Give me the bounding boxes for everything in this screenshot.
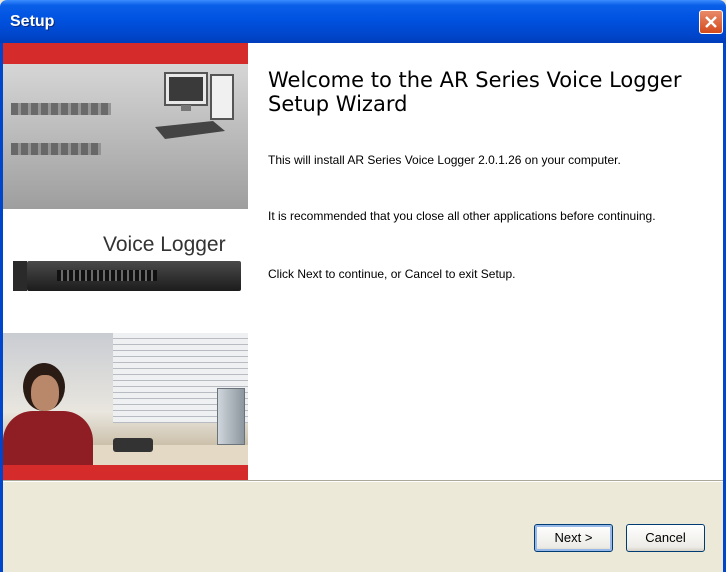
red-banner-bottom [3, 465, 248, 480]
product-label: Voice Logger [103, 233, 226, 256]
desk-phone [113, 438, 153, 452]
monitor [217, 388, 245, 445]
setup-window: Setup Voice Logger Welcome to the AR Ser… [0, 0, 726, 572]
desk [83, 445, 248, 465]
window-title: Setup [10, 13, 55, 30]
computer-icon [155, 72, 234, 139]
cancel-button[interactable]: Cancel [626, 524, 705, 552]
voice-logger-device [13, 261, 241, 291]
close-apps-text: It is recommended that you close all oth… [268, 209, 656, 223]
person-body [3, 411, 93, 471]
instructions-text: Click Next to continue, or Cancel to exi… [268, 267, 516, 281]
close-button[interactable] [699, 10, 723, 34]
close-icon [705, 16, 717, 28]
next-button[interactable]: Next > [534, 524, 613, 552]
rack-ports [11, 143, 101, 155]
install-info-text: This will install AR Series Voice Logger… [268, 153, 621, 167]
title-bar[interactable]: Setup [0, 0, 726, 43]
red-banner-top [3, 43, 248, 64]
person-face [31, 375, 59, 411]
separator-line [3, 480, 723, 482]
wizard-side-image: Voice Logger [3, 43, 248, 480]
wizard-content: Welcome to the AR Series Voice Logger Se… [248, 43, 723, 480]
rack-ports [11, 103, 111, 115]
welcome-heading: Welcome to the AR Series Voice Logger Se… [268, 68, 682, 116]
